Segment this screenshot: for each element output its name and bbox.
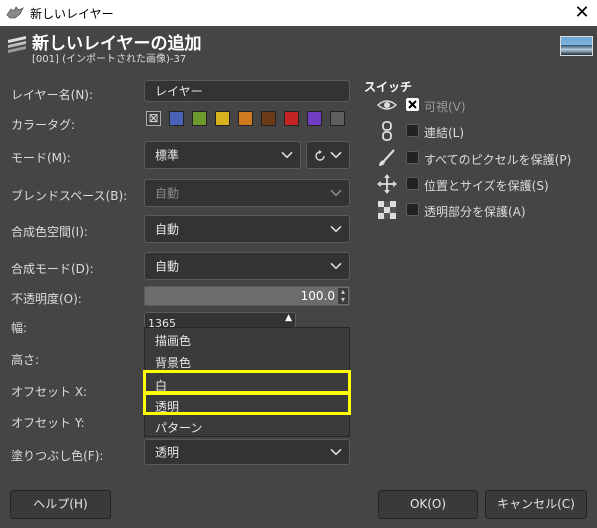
height-label: 高さ: — [11, 353, 40, 367]
close-button[interactable]: ✕ — [570, 1, 594, 25]
cancel-button[interactable]: キャンセル(C) — [485, 490, 587, 519]
highlight-box-transparent — [143, 392, 351, 415]
chevron-down-icon — [330, 448, 342, 456]
width-label: 幅: — [11, 321, 28, 335]
width-increment-icon[interactable]: ▲ — [285, 313, 292, 323]
chain-icon — [382, 121, 392, 141]
lock-position-label: 位置とサイズを保護(S) — [424, 179, 549, 193]
composite-space-label: 合成色空間(I): — [11, 225, 88, 239]
offset-x-label: オフセット X: — [11, 385, 88, 399]
composite-mode-select[interactable]: 自動 — [144, 252, 350, 280]
brush-icon — [379, 149, 395, 166]
lock-alpha-checkbox[interactable] — [406, 203, 419, 216]
title-bar: 新しいレイヤー ✕ — [0, 0, 597, 26]
opacity-slider[interactable]: 100.0 ▴ ▾ — [144, 286, 350, 306]
composite-space-value: 自動 — [155, 222, 180, 237]
checkerboard-icon — [378, 201, 396, 219]
dialog-header: 新しいレイヤーの追加 [001] (インポートされた画像)-37 — [0, 26, 597, 66]
visible-checkbox[interactable] — [406, 98, 419, 111]
lock-position-checkbox[interactable] — [406, 177, 419, 190]
color-tag-none[interactable]: ⊠ — [146, 111, 161, 126]
color-tag-violet[interactable] — [307, 111, 322, 126]
linked-label: 連結(L) — [424, 126, 465, 140]
checkmark-icon — [408, 100, 417, 109]
linked-checkbox[interactable] — [406, 124, 419, 137]
chevron-down-icon — [281, 151, 293, 159]
color-tag-blue[interactable] — [169, 111, 184, 126]
layer-name-input[interactable]: レイヤー — [144, 80, 350, 102]
layer-name-label: レイヤー名(N): — [11, 88, 94, 102]
fill-label: 塗りつぶし色(F): — [11, 449, 104, 463]
fill-option-pattern[interactable]: パターン — [155, 419, 202, 436]
color-tag-brown[interactable] — [261, 111, 276, 126]
fill-value: 透明 — [155, 445, 180, 460]
layer-stack-icon — [8, 36, 26, 53]
chevron-down-icon — [330, 151, 342, 159]
offset-y-label: オフセット Y: — [11, 416, 85, 430]
blend-space-select[interactable]: 自動 — [144, 179, 350, 207]
mode-select[interactable]: 標準 — [144, 141, 301, 169]
color-tag-label: カラータグ: — [11, 118, 76, 132]
ok-button[interactable]: OK(O) — [378, 490, 478, 519]
chevron-down-icon — [330, 189, 342, 197]
chevron-down-icon — [330, 262, 342, 270]
swap-arrow-icon — [315, 150, 325, 161]
eye-icon — [376, 100, 398, 110]
image-reference: [001] (インポートされた画像)-37 — [32, 54, 187, 65]
color-tag-yellow[interactable] — [215, 111, 230, 126]
color-tag-green[interactable] — [192, 111, 207, 126]
lock-alpha-label: 透明部分を保護(A) — [424, 205, 526, 219]
chevron-down-icon — [330, 225, 342, 233]
color-tag-picker: ⊠ — [144, 108, 350, 130]
fill-option-background[interactable]: 背景色 — [155, 354, 191, 371]
switches-title: スイッチ — [364, 80, 413, 94]
visible-label: 可視(V) — [424, 100, 466, 114]
opacity-label: 不透明度(O): — [11, 292, 82, 306]
window-title: 新しいレイヤー — [30, 7, 114, 21]
image-thumbnail — [560, 36, 593, 56]
gimp-app-icon — [6, 6, 24, 19]
composite-mode-label: 合成モード(D): — [11, 262, 94, 276]
mode-label: モード(M): — [11, 151, 71, 165]
mode-value: 標準 — [155, 148, 180, 163]
highlight-box-white — [143, 370, 351, 394]
fill-select[interactable]: 透明 — [144, 439, 350, 465]
fill-option-foreground[interactable]: 描画色 — [155, 332, 191, 349]
opacity-spinner[interactable]: ▴ ▾ — [338, 288, 348, 304]
composite-mode-value: 自動 — [155, 259, 180, 274]
move-icon — [377, 174, 397, 194]
help-button[interactable]: ヘルプ(H) — [10, 490, 111, 519]
blend-space-label: ブレンドスペース(B): — [11, 189, 128, 203]
lock-pixels-checkbox[interactable] — [406, 151, 419, 164]
opacity-value: 100.0 — [300, 289, 335, 303]
width-input[interactable]: 1365 ▲ — [144, 312, 296, 328]
color-tag-red[interactable] — [284, 111, 299, 126]
blend-space-value: 自動 — [155, 186, 180, 201]
color-tag-orange[interactable] — [238, 111, 253, 126]
mode-switch-button[interactable] — [306, 141, 350, 169]
lock-pixels-label: すべてのピクセルを保護(P) — [424, 153, 572, 167]
composite-space-select[interactable]: 自動 — [144, 215, 350, 243]
color-tag-gray[interactable] — [330, 111, 345, 126]
layer-name-value: レイヤー — [155, 84, 203, 99]
